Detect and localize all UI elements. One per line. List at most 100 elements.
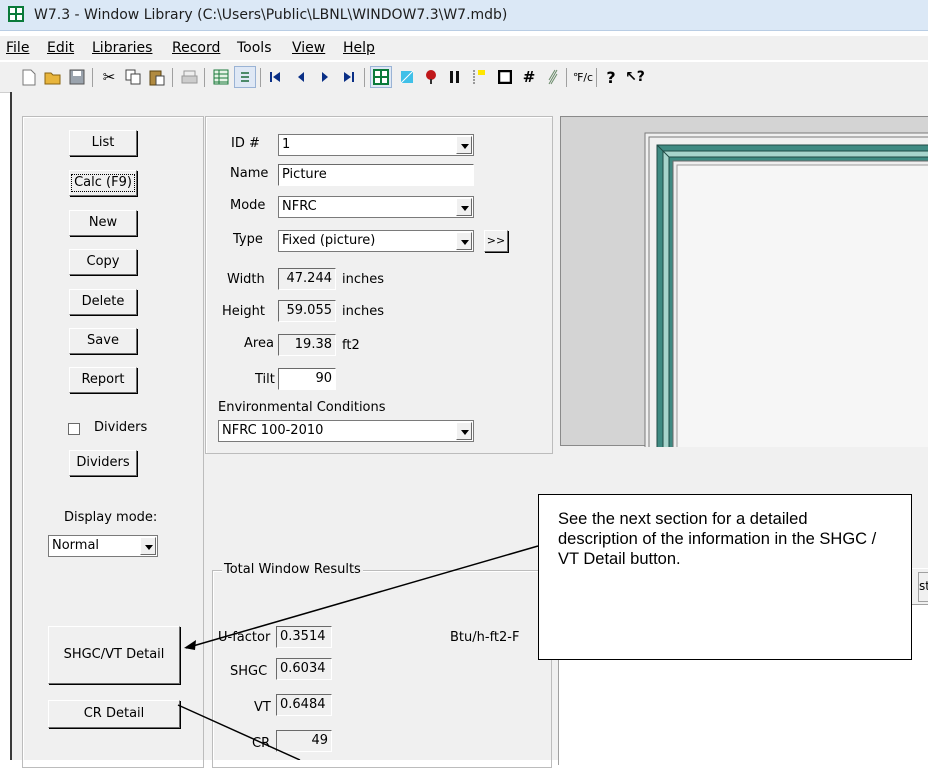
list-view-icon[interactable] bbox=[234, 66, 256, 88]
shgc-value: 0.6034 bbox=[276, 658, 332, 680]
print-icon[interactable] bbox=[178, 66, 200, 88]
cut-icon[interactable]: ✂ bbox=[98, 66, 120, 88]
menu-edit-label: Edit bbox=[47, 40, 75, 56]
dividers-checkbox[interactable] bbox=[68, 423, 80, 435]
total-window-results-title: Total Window Results bbox=[222, 562, 363, 577]
menu-help[interactable]: Help bbox=[343, 40, 375, 56]
menu-file[interactable]: File bbox=[6, 40, 29, 56]
type-label: Type bbox=[233, 232, 263, 247]
paste-icon[interactable] bbox=[146, 66, 168, 88]
type-value: Fixed (picture) bbox=[282, 233, 376, 248]
environmental-conditions-value: NFRC 100-2010 bbox=[222, 423, 324, 438]
dividers-button[interactable]: Dividers bbox=[69, 450, 137, 476]
chevron-down-icon[interactable] bbox=[456, 422, 472, 440]
last-record-icon[interactable] bbox=[338, 66, 360, 88]
window-title: W7.3 - Window Library (C:\Users\Public\L… bbox=[34, 7, 508, 23]
menu-view[interactable]: View bbox=[292, 40, 325, 56]
area-label: Area bbox=[244, 336, 274, 351]
id-label: ID # bbox=[231, 136, 260, 151]
ufactor-label: U-factor bbox=[218, 630, 271, 645]
menu-record-label: Record bbox=[172, 40, 221, 56]
cr-detail-button[interactable]: CR Detail bbox=[48, 700, 180, 728]
window-preview bbox=[560, 116, 928, 484]
save-disk-icon[interactable] bbox=[66, 66, 88, 88]
divider-icon[interactable] bbox=[468, 66, 490, 88]
menu-edit[interactable]: Edit bbox=[47, 40, 74, 56]
window-library-icon[interactable] bbox=[370, 66, 392, 88]
width-unit: inches bbox=[342, 272, 385, 287]
toolbar: ✂ # ℉/c ? ↖? bbox=[0, 62, 928, 93]
open-folder-icon[interactable] bbox=[42, 66, 64, 88]
shgc-vt-detail-button[interactable]: SHGC/VT Detail bbox=[48, 626, 180, 684]
menu-view-label: View bbox=[292, 40, 326, 56]
menu-help-label: Help bbox=[343, 40, 375, 56]
next-record-icon[interactable] bbox=[314, 66, 336, 88]
height-label: Height bbox=[222, 304, 265, 319]
menu-file-label: File bbox=[6, 40, 30, 56]
name-input[interactable]: Picture bbox=[278, 164, 474, 186]
copy-icon[interactable] bbox=[122, 66, 144, 88]
mode-select[interactable]: NFRC bbox=[278, 196, 474, 218]
new-file-icon[interactable] bbox=[18, 66, 40, 88]
chevron-down-icon[interactable] bbox=[456, 232, 472, 250]
tilt-input[interactable]: 90 bbox=[278, 368, 336, 390]
width-label: Width bbox=[227, 272, 265, 287]
mode-label: Mode bbox=[230, 198, 266, 213]
display-mode-select[interactable]: Normal bbox=[48, 535, 158, 557]
menu-tools[interactable]: Tools bbox=[237, 40, 272, 56]
grid-view-icon[interactable] bbox=[210, 66, 232, 88]
detail-tab[interactable]: stic bbox=[918, 572, 928, 602]
type-select[interactable]: Fixed (picture) bbox=[278, 230, 474, 252]
copy-button[interactable]: Copy bbox=[69, 249, 137, 275]
shading-icon[interactable] bbox=[494, 66, 516, 88]
width-value: 47.244 bbox=[278, 268, 336, 290]
thermal-icon[interactable]: # bbox=[518, 66, 540, 88]
spectral-icon[interactable] bbox=[542, 66, 564, 88]
area-value: 19.38 bbox=[278, 334, 336, 356]
gas-icon[interactable] bbox=[420, 66, 442, 88]
annotation-text: See the next section for a detailed desc… bbox=[558, 510, 877, 568]
delete-button[interactable]: Delete bbox=[69, 289, 137, 315]
environmental-conditions-select[interactable]: NFRC 100-2010 bbox=[218, 420, 474, 442]
window-frame-drawing bbox=[644, 132, 928, 484]
chevron-down-icon[interactable] bbox=[456, 198, 472, 216]
chevron-down-icon[interactable] bbox=[456, 136, 472, 154]
frame-icon[interactable] bbox=[444, 66, 466, 88]
chevron-down-icon[interactable] bbox=[140, 537, 156, 555]
units-toggle-icon[interactable]: ℉/c bbox=[572, 66, 594, 88]
tilt-label: Tilt bbox=[255, 372, 275, 387]
report-button[interactable]: Report bbox=[69, 367, 137, 393]
shgc-label: SHGC bbox=[230, 664, 268, 679]
area-unit: ft2 bbox=[342, 338, 360, 353]
name-label: Name bbox=[230, 166, 269, 181]
dividers-checkbox-label: Dividers bbox=[94, 420, 148, 435]
context-help-icon[interactable]: ↖? bbox=[624, 66, 646, 88]
id-value: 1 bbox=[282, 137, 291, 152]
list-button[interactable]: List bbox=[69, 130, 137, 156]
detail-tab-label: stic bbox=[919, 579, 928, 593]
vt-value: 0.6484 bbox=[276, 694, 332, 716]
menu-libraries[interactable]: Libraries bbox=[92, 40, 152, 56]
save-button[interactable]: Save bbox=[69, 328, 137, 354]
glazing-icon[interactable] bbox=[396, 66, 418, 88]
window-app-icon bbox=[8, 6, 24, 22]
menu-tools-label: Tools bbox=[237, 40, 272, 56]
ufactor-unit: Btu/h-ft2-F bbox=[450, 630, 520, 645]
environmental-conditions-label: Environmental Conditions bbox=[218, 400, 386, 415]
new-button[interactable]: New bbox=[69, 210, 137, 236]
menu-record[interactable]: Record bbox=[172, 40, 220, 56]
help-icon[interactable]: ? bbox=[600, 66, 622, 88]
first-record-icon[interactable] bbox=[264, 66, 286, 88]
cr-value: 49 bbox=[276, 730, 332, 752]
mode-value: NFRC bbox=[282, 199, 317, 214]
display-mode-value: Normal bbox=[52, 538, 100, 553]
height-unit: inches bbox=[342, 304, 385, 319]
vt-label: VT bbox=[254, 700, 271, 715]
calc-button[interactable]: Calc (F9) bbox=[69, 170, 137, 196]
menu-libraries-label: Libraries bbox=[92, 40, 153, 56]
annotation-callout: See the next section for a detailed desc… bbox=[538, 494, 912, 660]
prev-record-icon[interactable] bbox=[290, 66, 312, 88]
type-more-button[interactable]: >> bbox=[484, 230, 508, 252]
id-select[interactable]: 1 bbox=[278, 134, 474, 156]
display-mode-label: Display mode: bbox=[64, 510, 158, 525]
